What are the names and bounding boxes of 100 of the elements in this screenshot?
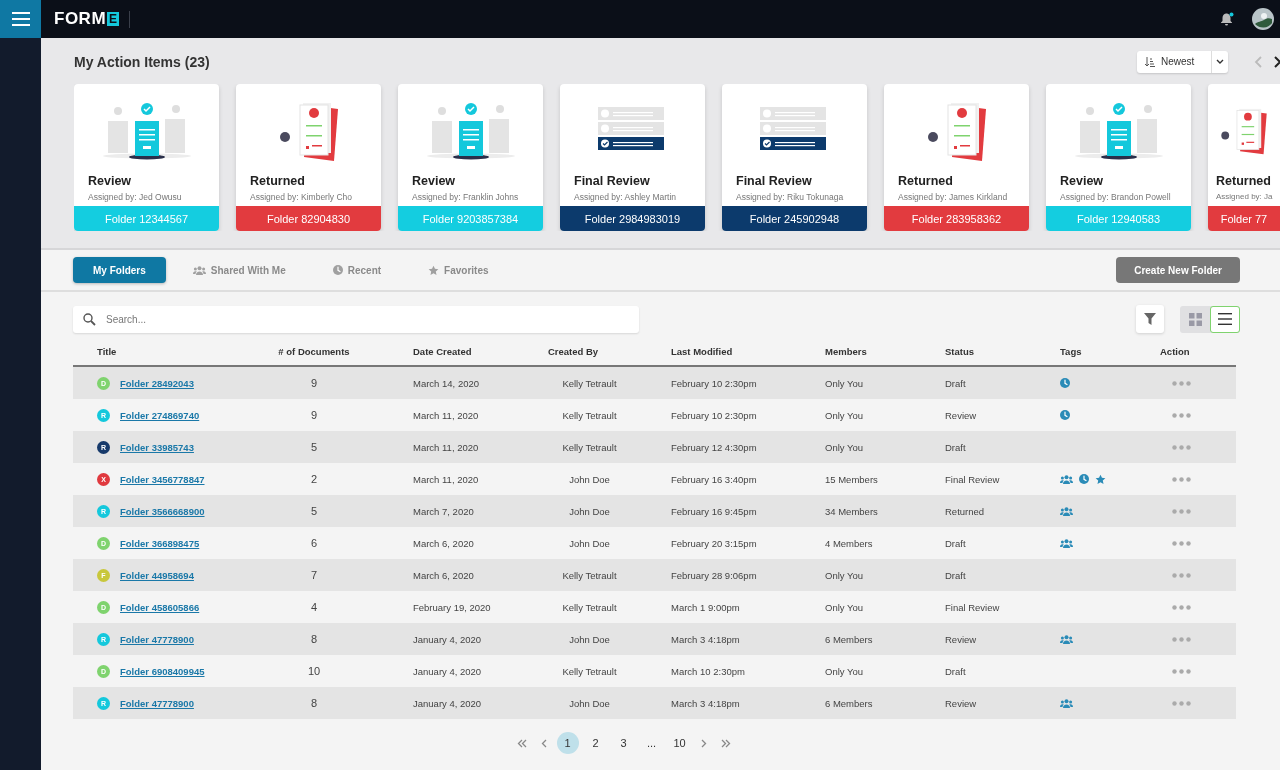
folder-link[interactable]: Folder 47778900 xyxy=(120,633,194,645)
page-button[interactable]: 2 xyxy=(584,732,607,754)
folder-link[interactable]: Folder 3566668900 xyxy=(120,505,205,517)
table-cell-text: March 3 4:18pm xyxy=(671,697,741,709)
folder-link[interactable]: Folder 44958694 xyxy=(120,569,194,581)
table-cell-text: Only You xyxy=(825,569,865,581)
tab[interactable]: Favorites xyxy=(408,257,509,283)
previous-icon[interactable] xyxy=(1254,55,1262,68)
table-cell-text: March 6, 2020 xyxy=(413,537,475,549)
folder-link[interactable]: Folder 28492043 xyxy=(120,377,194,389)
folder-link[interactable]: Folder 274869740 xyxy=(120,409,200,421)
bell-icon[interactable] xyxy=(1220,12,1234,26)
table-cell-text: 4 xyxy=(309,601,319,613)
more-icon[interactable] xyxy=(1171,636,1191,642)
table-cell-text: 9 xyxy=(309,377,319,389)
action-card[interactable]: Final Review Assigned by: Riku Tokunaga Folder 245902948 xyxy=(722,84,867,231)
more-icon[interactable] xyxy=(1171,412,1191,418)
table-cell-text: January 4, 2020 xyxy=(413,633,483,645)
next-icon[interactable] xyxy=(1274,55,1280,68)
folder-label: Folder 77 xyxy=(1208,206,1280,231)
group-icon xyxy=(1060,698,1073,708)
table-cell-text: February 12 4:30pm xyxy=(671,441,758,453)
table-cell-text: Only You xyxy=(825,441,865,453)
folder-label: Folder 283958362 xyxy=(884,206,1029,231)
sort-icon xyxy=(1145,56,1155,67)
column-header: # of Documents xyxy=(277,345,351,357)
assigned-by: Assigned by: Franklin Johns xyxy=(412,192,520,202)
more-icon[interactable] xyxy=(1171,508,1191,514)
tab[interactable]: Shared With Me xyxy=(172,257,306,283)
table-cell-text: Kelly Tetrault xyxy=(561,409,618,421)
tab[interactable]: My Folders xyxy=(73,257,166,283)
avatar-icon[interactable] xyxy=(1252,8,1274,30)
more-icon[interactable] xyxy=(1171,604,1191,610)
page-button[interactable]: 1 xyxy=(556,732,579,754)
table-cell-text: Kelly Tetrault xyxy=(561,377,618,389)
table-cell-text: Draft xyxy=(945,377,967,389)
folder-link[interactable]: Folder 33985743 xyxy=(120,441,194,453)
table-cell-text: Only You xyxy=(825,665,865,677)
folder-label: Folder 245902948 xyxy=(722,206,867,231)
action-card[interactable]: Review Assigned by: Franklin Johns Folder 9203857384 xyxy=(398,84,543,231)
list-view-button[interactable] xyxy=(1210,305,1240,333)
column-header: Members xyxy=(825,345,868,357)
table-cell-text: 2 xyxy=(309,473,319,485)
more-icon[interactable] xyxy=(1171,700,1191,706)
tab[interactable]: Recent xyxy=(312,257,402,283)
grid-icon xyxy=(1188,312,1202,326)
more-icon[interactable] xyxy=(1171,668,1191,674)
search-field[interactable]: Search... xyxy=(73,305,639,333)
folder-label: Folder 12344567 xyxy=(74,206,219,231)
folder-link[interactable]: Folder 6908409945 xyxy=(120,665,205,677)
folder-link[interactable]: Folder 47778900 xyxy=(120,697,194,709)
table-cell-text: Review xyxy=(945,409,978,421)
table-cell-text: February 16 9:45pm xyxy=(671,505,758,517)
action-card[interactable]: Returned Assigned by: Kimberly Cho Folder 82904830 xyxy=(236,84,381,231)
folder-link[interactable]: Folder 366898475 xyxy=(120,537,200,549)
sort-dropdown[interactable]: Newest xyxy=(1137,50,1228,73)
menu-icon xyxy=(11,12,30,26)
page-button[interactable]: 3 xyxy=(612,732,635,754)
group-icon xyxy=(1060,474,1073,484)
column-header: Action xyxy=(1160,345,1191,357)
assigned-by: Assigned by: Kimberly Cho xyxy=(250,192,354,202)
action-card[interactable]: Review Assigned by: Jed Owusu Folder 12344567 xyxy=(74,84,219,231)
table-cell-text: 6 xyxy=(309,537,319,549)
column-header: Title xyxy=(96,345,118,357)
page-button[interactable]: 10 xyxy=(668,732,691,754)
table-cell-text: March 3 4:18pm xyxy=(671,633,741,645)
more-icon[interactable] xyxy=(1171,540,1191,546)
table-cell-text: Review xyxy=(945,697,978,709)
action-card[interactable]: Final Review Assigned by: Ashley Martin Folder 2984983019 xyxy=(560,84,705,231)
table-cell-text: 34 Members xyxy=(825,505,879,517)
filter-button[interactable] xyxy=(1136,305,1164,333)
clock-icon xyxy=(1060,378,1070,388)
card-title: Returned xyxy=(1216,174,1272,188)
table-cell-text: John Doe xyxy=(568,633,611,645)
folder-label: Folder 82904830 xyxy=(236,206,381,231)
table-cell-text: February 19, 2020 xyxy=(413,601,492,613)
create-folder-button[interactable]: Create New Folder xyxy=(1116,257,1240,283)
table-cell-text: January 4, 2020 xyxy=(413,665,483,677)
action-card[interactable]: Returned Assigned by: James Kirkland Folder 283958362 xyxy=(884,84,1029,231)
action-card[interactable]: Review Assigned by: Brandon Powell Folder 12940583 xyxy=(1046,84,1191,231)
table-cell-text: 9 xyxy=(309,409,319,421)
more-icon[interactable] xyxy=(1171,572,1191,578)
folder-link[interactable]: Folder 3456778847 xyxy=(120,473,205,485)
table-cell-text: January 4, 2020 xyxy=(413,697,483,709)
column-header: Tags xyxy=(1060,345,1083,357)
star-icon xyxy=(428,264,440,276)
search-icon xyxy=(83,312,96,326)
table-cell-text: February 28 9:06pm xyxy=(671,569,758,581)
folder-link[interactable]: Folder 458605866 xyxy=(120,601,200,613)
more-icon[interactable] xyxy=(1171,476,1191,482)
more-icon[interactable] xyxy=(1171,444,1191,450)
table-cell-text: February 20 3:15pm xyxy=(671,537,758,549)
card-title: Final Review xyxy=(736,174,813,188)
table-cell-text: Returned xyxy=(945,505,986,517)
table-cell-text: Review xyxy=(945,633,978,645)
page-button[interactable]: ... xyxy=(640,732,663,754)
menu-button[interactable] xyxy=(0,0,41,38)
action-card[interactable]: Returned Assigned by: Ja Folder 77 xyxy=(1208,84,1280,231)
table-cell-text: 10 xyxy=(306,665,322,677)
more-icon[interactable] xyxy=(1171,380,1191,386)
